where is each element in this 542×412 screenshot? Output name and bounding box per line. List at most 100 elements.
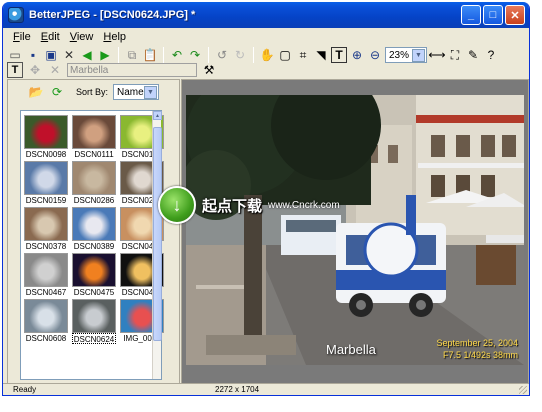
photo-exif: F7.5 1/492s 38mm (442, 350, 518, 360)
thumbnail-item[interactable]: DSCN0286 (71, 161, 117, 206)
select-tool-icon[interactable]: ▢ (277, 47, 293, 63)
thumbnail-image[interactable] (72, 207, 116, 241)
chevron-down-icon: ▼ (412, 48, 425, 62)
open-folder-icon[interactable]: 📂 (28, 84, 44, 100)
app-logo-icon (8, 7, 24, 23)
thumbnail-list[interactable]: DSCN0098 DSCN0111 DSCN0139 DSCN0159 DSCN0286… (20, 110, 164, 380)
sort-select[interactable]: Name ▼ (113, 84, 160, 100)
paste-icon[interactable]: 📋 (142, 47, 158, 63)
zoom-in-icon[interactable]: ⊕ (349, 47, 365, 63)
sort-label: Sort By: (76, 87, 109, 97)
thumbnail-item[interactable]: DSCN0475 (71, 253, 117, 298)
thumbnail-caption: DSCN0159 (25, 196, 67, 205)
thumbnail-caption: DSCN0378 (25, 242, 67, 251)
menu-help[interactable]: Help (103, 31, 126, 43)
status-text: Ready (13, 385, 37, 394)
thumbnail-item[interactable]: DSCN0624 (71, 299, 117, 344)
previous-icon[interactable]: ◀ (79, 47, 95, 63)
text-icon[interactable]: T (7, 62, 23, 78)
watermark-url: www.Cncrk.com (268, 199, 340, 211)
close-button[interactable]: ✕ (505, 5, 525, 25)
next-icon[interactable]: ▶ (97, 47, 113, 63)
thumbnail-caption: DSCN0475 (73, 288, 115, 297)
zoom-out-icon[interactable]: ⊖ (367, 47, 383, 63)
menu-bar: File Edit View Help (3, 28, 529, 45)
minimize-button[interactable]: _ (461, 5, 481, 25)
thumbnail-caption: DSCN0624 (71, 333, 117, 344)
sort-value: Name (117, 86, 144, 98)
status-bar: Ready 2272 x 1704 (3, 383, 529, 395)
thumbnail-item[interactable]: DSCN0389 (71, 207, 117, 252)
rotate-left-icon[interactable]: ↶ (169, 47, 185, 63)
thumbnail-image[interactable] (72, 115, 116, 149)
menu-edit[interactable]: Edit (41, 31, 60, 43)
thumbnail-caption: DSCN0286 (73, 196, 115, 205)
thumbnail-scrollbar[interactable]: ▲ (152, 111, 162, 379)
photo-caption: Marbella (326, 342, 376, 357)
thumbnail-image[interactable] (72, 253, 116, 287)
fit-width-icon[interactable]: ⟷ (428, 47, 445, 63)
hand-tool-icon[interactable]: ✋ (259, 47, 275, 63)
crop-tool-icon[interactable]: ⌗ (295, 47, 311, 63)
caption-text-field[interactable]: Marbella (67, 63, 197, 77)
thumbnail-image[interactable] (24, 253, 68, 287)
tools-icon[interactable]: ✎ (465, 47, 481, 63)
thumbnail-caption: DSCN0608 (25, 334, 67, 343)
photo-date: September 25, 2004 (436, 338, 518, 348)
maximize-button[interactable]: □ (483, 5, 503, 25)
save-as-icon[interactable]: ▣ (43, 47, 59, 63)
redeye-tool-icon[interactable]: ◥ (313, 47, 329, 63)
fit-window-icon[interactable]: ⛶ (447, 47, 463, 63)
photo-svg (186, 95, 524, 365)
new-icon[interactable]: ▭ (7, 47, 23, 63)
title-bar[interactable]: BetterJPEG - [DSCN0624.JPG] * _ □ ✕ (3, 2, 529, 28)
resize-grip-icon[interactable] (519, 386, 527, 394)
thumbnail-item[interactable]: DSCN0608 (23, 299, 69, 344)
menu-view[interactable]: View (70, 31, 94, 43)
thumbnail-caption: DSCN0111 (74, 150, 114, 159)
thumbnail-caption: DSCN0098 (25, 150, 67, 159)
image-viewer: Marbella September 25, 2004 F7.5 1/492s … (181, 79, 529, 384)
thumbnail-image[interactable] (72, 161, 116, 195)
thumbnail-item[interactable]: DSCN0159 (23, 161, 69, 206)
window-title: BetterJPEG - [DSCN0624.JPG] * (29, 9, 196, 21)
redo-icon[interactable]: ↻ (232, 47, 248, 63)
text-move-icon[interactable]: ✥ (27, 62, 43, 78)
thumbnail-item[interactable]: DSCN0098 (23, 115, 69, 160)
thumbnail-image[interactable] (24, 299, 68, 333)
site-watermark: ↓ 起点下载 www.Cncrk.com (158, 186, 388, 224)
scroll-up-icon[interactable]: ▲ (153, 111, 162, 120)
sort-row: 📂 ⟳ Sort By: Name ▼ (8, 80, 179, 104)
text-delete-icon[interactable]: ✕ (47, 62, 63, 78)
image-dimensions: 2272 x 1704 (215, 385, 260, 394)
main-photo[interactable]: Marbella September 25, 2004 F7.5 1/492s … (186, 95, 524, 365)
thumbnail-image[interactable] (24, 207, 68, 241)
app-window: BetterJPEG - [DSCN0624.JPG] * _ □ ✕ File… (2, 2, 530, 396)
help-icon[interactable]: ? (483, 47, 499, 63)
text-tool-icon[interactable]: T (331, 47, 347, 63)
thumbnail-item[interactable]: DSCN0111 (71, 115, 117, 160)
refresh-icon[interactable]: ⟳ (49, 84, 65, 100)
browser-panel: 📂 ⟳ Sort By: Name ▼ DSCN0098 DSCN0111 DSCN… (7, 79, 180, 384)
text-toolbar: T ✥ ✕ Marbella ⚒ (7, 62, 525, 78)
menu-file[interactable]: File (13, 31, 31, 43)
thumbnail-caption: DSCN0467 (25, 288, 67, 297)
copy-icon[interactable]: ⧉ (124, 47, 140, 63)
scroll-thumb[interactable] (153, 127, 162, 341)
thumbnail-image[interactable] (24, 161, 68, 195)
thumbnail-item[interactable]: DSCN0467 (23, 253, 69, 298)
thumbnail-item[interactable]: DSCN0378 (23, 207, 69, 252)
chevron-down-icon: ▼ (144, 85, 158, 99)
zoom-value: 23% (389, 49, 410, 61)
watermark-text: 起点下载 (202, 196, 263, 215)
zoom-select[interactable]: 23% ▼ (385, 47, 427, 63)
save-icon[interactable]: ▪ (25, 47, 41, 63)
thumbnail-image[interactable] (24, 115, 68, 149)
undo-icon[interactable]: ↺ (214, 47, 230, 63)
rotate-right-icon[interactable]: ↷ (187, 47, 203, 63)
thumbnail-image[interactable] (72, 299, 116, 333)
download-logo-icon: ↓ (158, 186, 196, 224)
font-settings-icon[interactable]: ⚒ (201, 62, 217, 78)
delete-icon[interactable]: ✕ (61, 47, 77, 63)
thumbnail-caption: DSCN0389 (73, 242, 115, 251)
